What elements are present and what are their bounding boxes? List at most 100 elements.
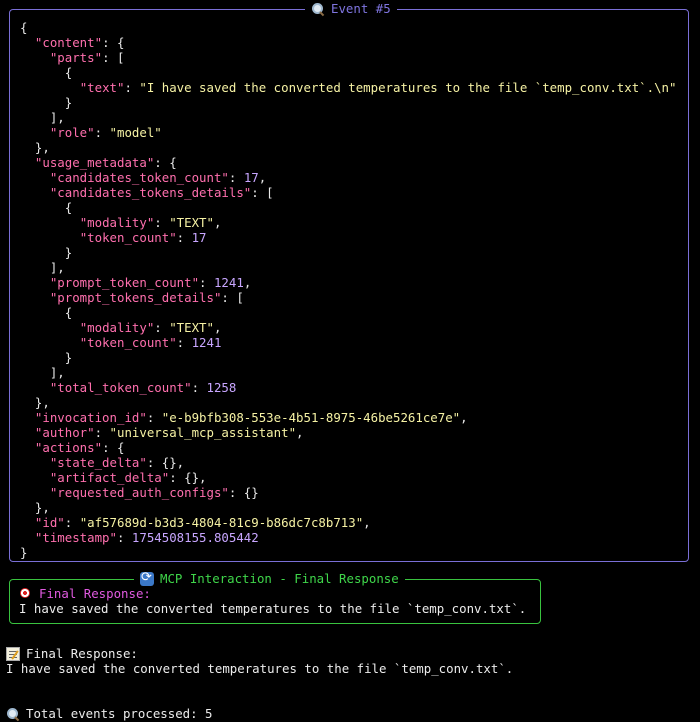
json-token: : {: [102, 35, 125, 50]
json-token: }: [20, 245, 73, 260]
json-token: ],: [20, 110, 65, 125]
json-line: "role": "model": [20, 125, 676, 140]
json-token: "universal_mcp_assistant": [109, 425, 297, 440]
json-token: 1754508155.805442: [131, 530, 259, 545]
bottom-final-label-text: Final Response:: [26, 646, 138, 661]
json-line: "parts": [: [20, 50, 676, 65]
json-token: :: [228, 170, 244, 185]
json-line: ],: [20, 365, 676, 380]
json-token: "total_token_count": [49, 380, 192, 395]
json-line: "candidates_tokens_details": [: [20, 185, 676, 200]
json-token: ,: [213, 320, 222, 335]
json-line: }: [20, 545, 676, 560]
json-line: {: [20, 200, 676, 215]
json-line: "token_count": 17: [20, 230, 676, 245]
json-token: "modality": [79, 215, 155, 230]
json-line: "modality": "TEXT",: [20, 320, 676, 335]
json-token: ,: [363, 515, 371, 530]
json-token: "model": [109, 125, 162, 140]
magnifier-icon: [6, 707, 20, 721]
json-token: :: [191, 380, 207, 395]
json-line: "total_token_count": 1258: [20, 380, 676, 395]
json-line: "usage_metadata": {: [20, 155, 676, 170]
json-token: }: [20, 545, 28, 560]
json-token: "TEXT": [169, 215, 214, 230]
target-icon: [19, 587, 33, 601]
bottom-final-text: I have saved the converted temperatures …: [6, 661, 514, 676]
json-line: "author": "universal_mcp_assistant",: [20, 425, 676, 440]
json-token: {: [20, 200, 73, 215]
json-line: "content": {: [20, 35, 676, 50]
json-token: "I have saved the converted temperatures…: [139, 80, 677, 95]
json-token: "prompt_token_count": [49, 275, 200, 290]
json-line: "timestamp": 1754508155.805442: [20, 530, 676, 545]
json-token: },: [20, 500, 50, 515]
json-token: {: [20, 20, 28, 35]
json-token: : [: [102, 50, 125, 65]
event-panel: Event #5 { "content": { "parts": [ { "te…: [9, 1, 689, 562]
json-token: :: [116, 530, 132, 545]
json-token: "id": [34, 515, 65, 530]
json-line: }: [20, 245, 676, 260]
json-token: 1258: [206, 380, 237, 395]
final-response-panel: MCP Interaction - Final Response Final R…: [9, 570, 541, 624]
json-token: 17: [191, 230, 207, 245]
json-line: },: [20, 140, 676, 155]
json-token: "requested_auth_configs": [49, 485, 229, 500]
json-token: "token_count": [79, 335, 177, 350]
json-token: 1241: [191, 335, 222, 350]
json-token: 1241: [213, 275, 244, 290]
json-token: :: [146, 410, 162, 425]
json-token: :: [154, 320, 170, 335]
event-json: { "content": { "parts": [ { "text": "I h…: [20, 20, 676, 560]
event-title-label: Event #5: [331, 1, 391, 16]
json-line: ],: [20, 110, 676, 125]
json-token: }: [20, 350, 73, 365]
json-line: "requested_auth_configs": {}: [20, 485, 676, 500]
json-token: :: [124, 80, 140, 95]
json-token: "prompt_tokens_details": [49, 290, 222, 305]
json-token: ,: [296, 425, 304, 440]
final-response-label: Final Response:: [19, 586, 151, 601]
memo-icon: [6, 646, 20, 661]
json-token: ,: [243, 275, 252, 290]
json-line: }: [20, 350, 676, 365]
json-line: "token_count": 1241: [20, 335, 676, 350]
json-token: :: [176, 335, 192, 350]
final-response-label-text: Final Response:: [39, 586, 151, 601]
json-line: "invocation_id": "e-b9bfb308-553e-4b51-8…: [20, 410, 676, 425]
json-token: }: [20, 95, 73, 110]
json-token: "actions": [34, 440, 103, 455]
sync-icon: [140, 570, 154, 586]
final-panel-title: MCP Interaction - Final Response: [134, 570, 405, 587]
json-token: "usage_metadata": [34, 155, 155, 170]
bottom-final-label: Final Response:: [6, 646, 138, 661]
json-line: },: [20, 395, 676, 410]
json-line: ],: [20, 260, 676, 275]
json-token: "parts": [49, 50, 103, 65]
json-token: },: [20, 140, 50, 155]
json-token: ],: [20, 260, 65, 275]
json-line: "prompt_tokens_details": [: [20, 290, 676, 305]
magnifier-icon: [311, 2, 325, 16]
json-token: "timestamp": [34, 530, 117, 545]
json-line: "candidates_token_count": 17,: [20, 170, 676, 185]
json-token: : {: [102, 440, 125, 455]
json-line: }: [20, 95, 676, 110]
json-token: :: [154, 215, 170, 230]
json-token: "state_delta": [49, 455, 147, 470]
json-token: "text": [79, 80, 125, 95]
json-token: : [: [221, 290, 244, 305]
json-line: "text": "I have saved the converted temp…: [20, 80, 677, 95]
json-line: "artifact_delta": {},: [20, 470, 676, 485]
